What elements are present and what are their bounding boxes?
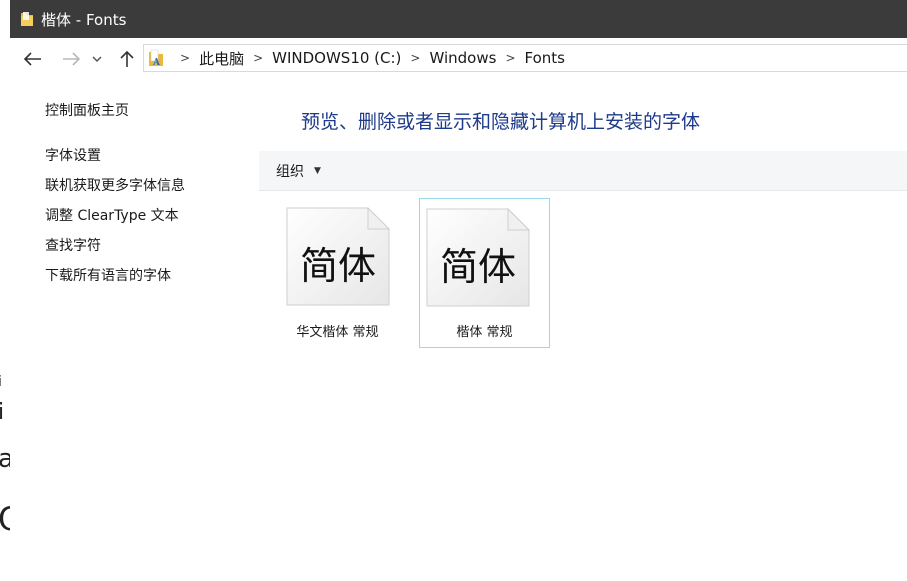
breadcrumb-fonts[interactable]: Fonts [525,49,565,67]
folder-icon [21,12,33,26]
find-character-link[interactable]: 查找字符 [45,236,245,266]
window-title: 楷体 - Fonts [41,11,127,29]
arrow-up-icon [120,50,134,67]
breadcrumb-separator-icon[interactable]: > [253,51,263,65]
recent-locations-button[interactable] [90,48,104,70]
font-preview-glyphs: 简体 [300,244,376,288]
title-bar[interactable]: 楷体 - Fonts [10,0,907,38]
svg-text:A: A [152,58,161,67]
breadcrumb-this-pc[interactable]: 此电脑 [199,48,244,69]
breadcrumb-separator-icon[interactable]: > [505,51,515,65]
get-more-font-info-link[interactable]: 联机获取更多字体信息 [45,176,245,206]
font-file-icon: 简体 [426,208,530,307]
fonts-folder-icon: A [149,49,163,67]
breadcrumb-c-drive[interactable]: WINDOWS10 (C:) [272,49,401,67]
arrow-left-icon [24,52,41,66]
breadcrumb-windows[interactable]: Windows [429,49,496,67]
page-title: 预览、删除或者显示和隐藏计算机上安装的字体 [301,111,701,133]
font-name-label: 华文楷体 常规 [296,325,379,340]
dropdown-caret-icon: ▼ [314,166,321,176]
address-bar[interactable]: A > 此电脑 > WINDOWS10 (C:) > Windows > Fon… [143,44,907,72]
font-settings-link[interactable]: 字体设置 [45,146,245,176]
arrow-right-icon [63,52,80,66]
font-tile[interactable]: 简体 华文楷体 常规 [272,199,403,349]
back-button[interactable] [22,48,44,70]
background-text: i [0,400,4,425]
file-explorer-window: 楷体 - Fonts A > 此电脑 > WINDOWS10 (C:) > Wi… [10,0,907,581]
download-all-fonts-link[interactable]: 下载所有语言的字体 [45,266,245,296]
breadcrumb-separator-icon[interactable]: > [180,51,190,65]
organize-label: 组织 [276,164,304,180]
task-pane: 控制面板主页 字体设置 联机获取更多字体信息 调整 ClearType 文本 查… [45,101,245,296]
font-tile-selected[interactable]: 简体 楷体 常规 [419,198,550,348]
font-preview-glyphs: 简体 [440,245,516,289]
navigation-bar: A > 此电脑 > WINDOWS10 (C:) > Windows > Fon… [10,38,907,80]
font-file-icon: 简体 [286,207,390,306]
organize-button[interactable]: 组织 ▼ [276,161,321,181]
command-bar: 组织 ▼ [259,151,907,191]
background-text: i [0,374,2,390]
font-name-label: 楷体 常规 [456,325,513,340]
up-button[interactable] [116,48,138,70]
control-panel-home-link[interactable]: 控制面板主页 [45,101,245,131]
forward-button[interactable] [60,48,82,70]
chevron-down-icon [92,55,102,62]
adjust-cleartype-link[interactable]: 调整 ClearType 文本 [45,206,245,236]
breadcrumb-separator-icon[interactable]: > [410,51,420,65]
